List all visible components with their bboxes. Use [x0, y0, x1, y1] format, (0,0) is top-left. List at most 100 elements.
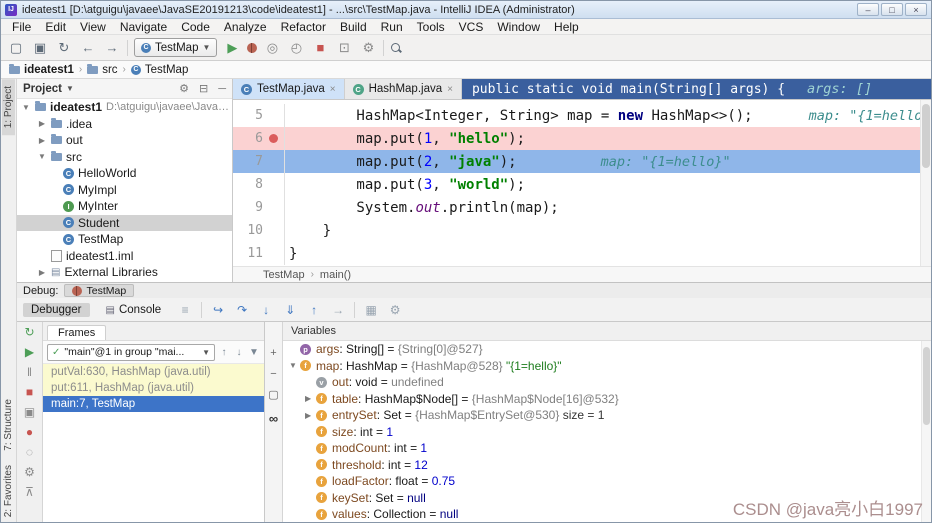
code-line-11[interactable]: 11 } [233, 242, 931, 265]
maximize-button[interactable]: □ [881, 3, 903, 16]
variable-row-table[interactable]: ▶ f table: HashMap$Node[] = {HashMap$Nod… [283, 391, 931, 408]
resume-icon[interactable]: ▶ [25, 346, 34, 359]
gutter[interactable]: 6 [233, 127, 285, 150]
menu-navigate[interactable]: Navigate [113, 19, 174, 35]
tab-console[interactable]: ▤ Console [98, 303, 170, 317]
variable-row-size[interactable]: f size: int = 1 [283, 424, 931, 441]
variable-row-args[interactable]: p args: String[] = {String[0]@527} [283, 341, 931, 358]
menu-edit[interactable]: Edit [38, 19, 73, 35]
expander-icon[interactable]: ▶ [37, 119, 47, 128]
gear-icon[interactable]: ⚙ [179, 82, 189, 95]
code-line-9[interactable]: 9 System.out.println(map); [233, 196, 931, 219]
breadcrumb-module[interactable]: ideatest1 [9, 63, 74, 76]
variable-row-values[interactable]: f values: Collection = null [283, 506, 931, 522]
frame-row-library[interactable]: put:611, HashMap (java.util) [43, 380, 264, 396]
tree-item-myinter[interactable]: I MyInter [17, 198, 232, 215]
tree-item-helloworld[interactable]: C HelloWorld [17, 165, 232, 182]
variable-row-modcount[interactable]: f modCount: int = 1 [283, 440, 931, 457]
step-over-icon[interactable]: ↷ [234, 303, 250, 317]
tree-item-external-libraries[interactable]: ▶ ▤ External Libraries [17, 264, 232, 281]
previous-frame-icon[interactable]: ↑ [218, 347, 230, 358]
tool-window-button-project[interactable]: 1: Project [2, 79, 15, 136]
menu-refactor[interactable]: Refactor [274, 19, 333, 35]
variable-row-loadfactor[interactable]: f loadFactor: float = 0.75 [283, 473, 931, 490]
pin-icon[interactable]: ⊼ [25, 486, 34, 499]
evaluate-expression-icon[interactable]: ▦ [363, 303, 379, 317]
next-frame-icon[interactable]: ↓ [233, 347, 245, 358]
open-icon[interactable]: ▢ [7, 40, 25, 56]
run-to-cursor-icon[interactable]: → [330, 303, 346, 317]
back-icon[interactable]: ← [79, 40, 97, 55]
run-configuration-select[interactable]: C TestMap ▼ [134, 38, 218, 57]
tree-item-myimpl[interactable]: C MyImpl [17, 182, 232, 199]
debug-settings-icon[interactable]: ⚙ [387, 303, 403, 317]
code-editor[interactable]: 5 HashMap<Integer, String> map = new Has… [233, 100, 931, 266]
menu-view[interactable]: View [73, 19, 113, 35]
gutter[interactable]: 7 [233, 150, 285, 173]
breadcrumb-class[interactable]: C TestMap [130, 64, 188, 76]
view-breakpoints-icon[interactable]: ● [26, 426, 33, 439]
run-button[interactable]: ▶ [223, 40, 241, 56]
add-watch-icon[interactable]: + [270, 348, 276, 359]
expander-icon[interactable]: ▶ [305, 394, 316, 403]
layout-icon[interactable]: ≡ [177, 303, 193, 317]
code-line-6-breakpoint[interactable]: 6 map.put(1, "hello"); [233, 127, 931, 150]
mute-breakpoints-icon[interactable]: ◌ [26, 446, 33, 459]
rerun-icon[interactable]: ↻ [24, 326, 34, 339]
expander-icon[interactable]: ▼ [21, 103, 31, 112]
expander-icon[interactable]: ▶ [37, 136, 47, 145]
menu-file[interactable]: File [5, 19, 38, 35]
filter-icon[interactable]: ▼ [248, 347, 260, 358]
breadcrumb-src[interactable]: src [87, 63, 118, 76]
sync-icon[interactable]: ↻ [55, 40, 73, 56]
code-line-7-execution-point[interactable]: 7 map.put(2, "java"); map: "{1=hello}" [233, 150, 931, 173]
variable-row-threshold[interactable]: f threshold: int = 12 [283, 457, 931, 474]
gutter[interactable]: 10 [233, 219, 285, 242]
attach-icon[interactable]: ⊡ [335, 40, 353, 56]
settings-icon[interactable]: ⚙ [359, 40, 377, 56]
tab-testmap-java[interactable]: C TestMap.java × [233, 79, 345, 99]
scrollbar-thumb[interactable] [922, 104, 930, 168]
pause-icon[interactable]: ‖ [27, 366, 32, 379]
variables-scrollbar[interactable] [921, 341, 931, 522]
menu-build[interactable]: Build [333, 19, 374, 35]
tab-hashmap-java[interactable]: C HashMap.java × [345, 79, 462, 99]
variable-row-map[interactable]: ▼ f map: HashMap = {HashMap@528} "{1=hel… [283, 358, 931, 375]
minimize-button[interactable]: – [857, 3, 879, 16]
gutter[interactable]: 11 [233, 242, 285, 265]
step-out-icon[interactable]: ↑ [306, 303, 322, 317]
variable-row-keyset[interactable]: f keySet: Set = null [283, 490, 931, 507]
tree-item-testmap[interactable]: C TestMap [17, 231, 232, 248]
tree-item-out[interactable]: ▶ out [17, 132, 232, 149]
debug-button[interactable] [247, 42, 258, 53]
tree-item-ideatest1[interactable]: ▼ ideatest1 D:\atguigu\javaee\JavaSE2019… [17, 99, 232, 116]
chevron-down-icon[interactable]: ▼ [66, 84, 74, 93]
tree-item-idea[interactable]: ▶ .idea [17, 116, 232, 133]
tab-frames[interactable]: Frames [47, 325, 107, 340]
breakpoint-icon[interactable] [268, 134, 278, 143]
hide-panel-icon[interactable]: ─ [218, 83, 226, 95]
tree-item-src[interactable]: ▼ src [17, 149, 232, 166]
thread-dump-icon[interactable]: ▣ [24, 406, 35, 419]
expander-icon[interactable]: ▼ [289, 361, 300, 370]
menu-run[interactable]: Run [374, 19, 410, 35]
code-line-5[interactable]: 5 HashMap<Integer, String> map = new Has… [233, 104, 931, 127]
title-bar[interactable]: IJ ideatest1 [D:\atguigu\javaee\JavaSE20… [1, 1, 931, 19]
show-watches-icon[interactable]: ∞ [269, 411, 278, 426]
code-line-10[interactable]: 10 } [233, 219, 931, 242]
close-button[interactable]: × [905, 3, 927, 16]
search-icon[interactable] [390, 42, 402, 54]
show-execution-point-icon[interactable]: ↪ [210, 303, 226, 317]
menu-window[interactable]: Window [490, 19, 547, 35]
forward-icon[interactable]: → [103, 40, 121, 55]
expander-icon[interactable]: ▼ [37, 152, 47, 161]
profiler-icon[interactable]: ◴ [287, 40, 305, 56]
menu-code[interactable]: Code [174, 19, 217, 35]
crumb-class[interactable]: TestMap [263, 269, 305, 281]
debug-session-tab[interactable]: TestMap [64, 284, 135, 297]
gutter[interactable]: 9 [233, 196, 285, 219]
tree-item-student[interactable]: C Student [17, 214, 232, 231]
scrollbar-thumb[interactable] [923, 347, 930, 425]
expander-icon[interactable]: ▶ [37, 268, 47, 277]
tool-window-button-structure[interactable]: 7: Structure [2, 392, 15, 458]
